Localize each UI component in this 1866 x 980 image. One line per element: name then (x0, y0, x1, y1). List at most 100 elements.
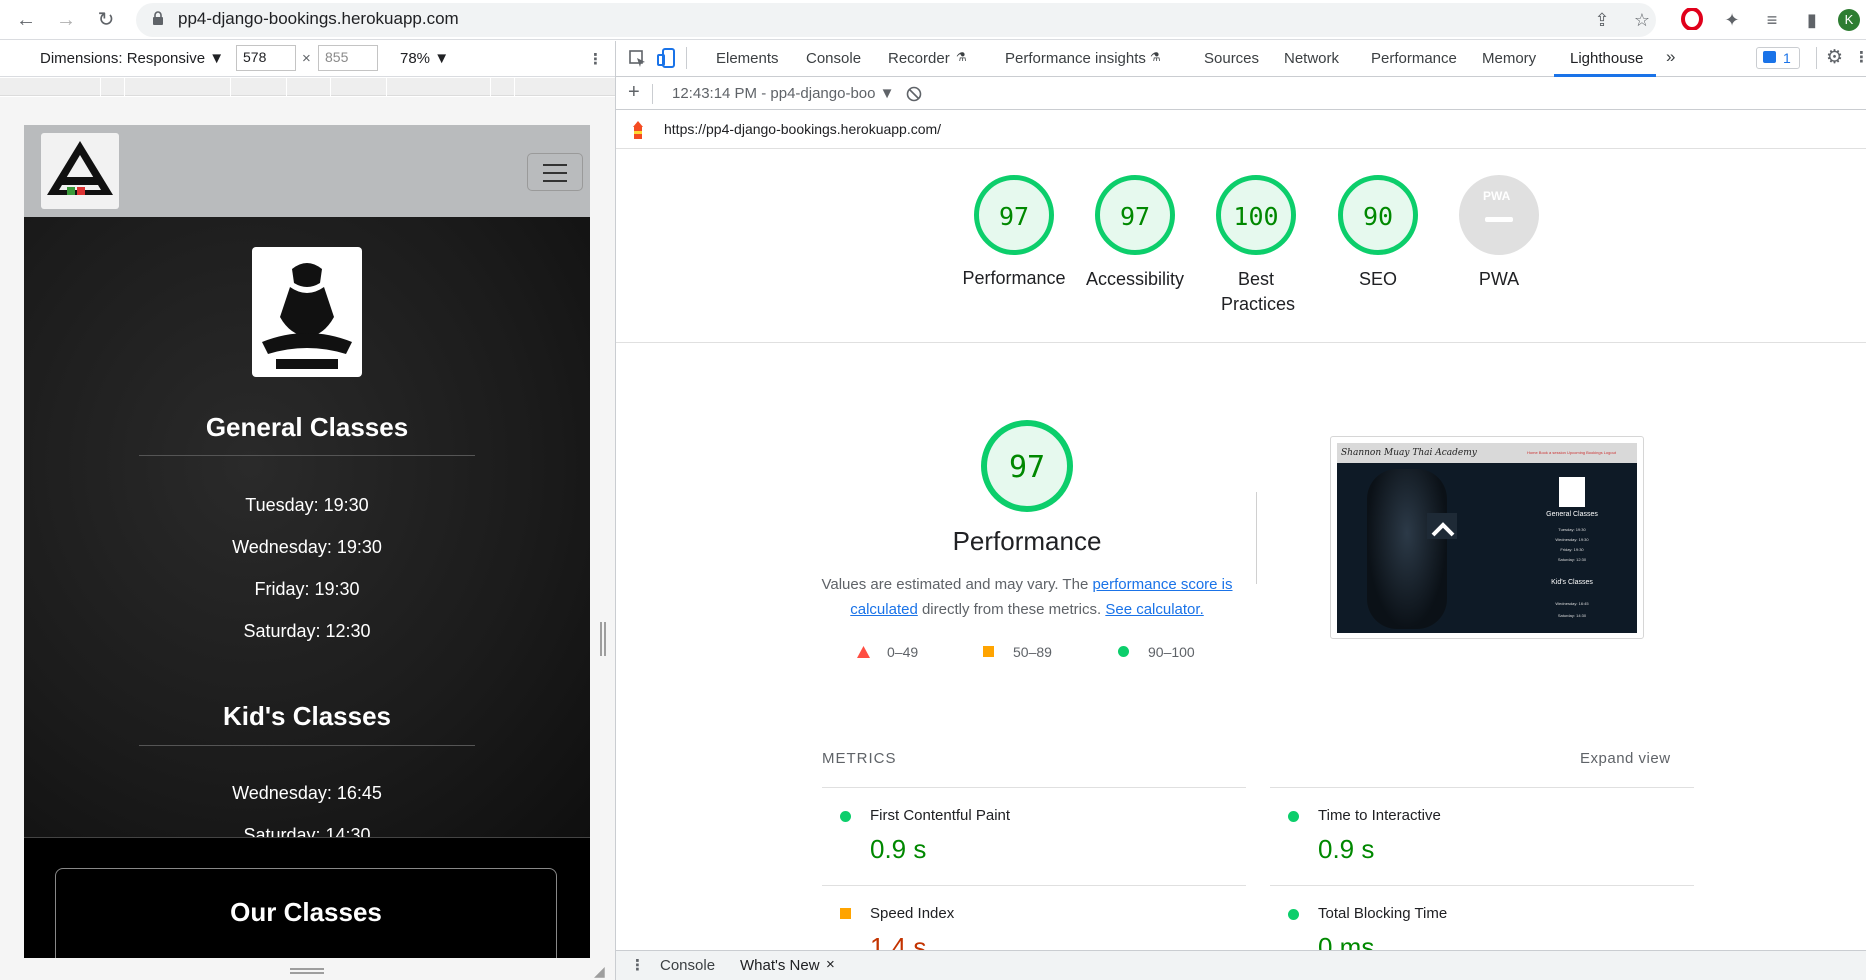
issues-badge[interactable]: 1 (1756, 47, 1800, 69)
tab-recorder[interactable]: Recorder (888, 50, 950, 67)
report-selector[interactable]: 12:43:14 PM - pp4-django-boo ▼ (672, 85, 895, 102)
accessibility-label[interactable]: Accessibility (1070, 267, 1200, 292)
thumb-heading-1: General Classes (1546, 511, 1598, 518)
site-logo[interactable] (41, 133, 119, 209)
seo-label[interactable]: SEO (1313, 267, 1443, 292)
media-icon[interactable]: ≡ (1760, 8, 1784, 32)
metric-name: Time to Interactive (1318, 807, 1441, 824)
thumb-time: Friday: 19:30 (1560, 547, 1584, 552)
seo-gauge[interactable]: 90 (1338, 175, 1418, 255)
performance-score: 97 (998, 202, 1030, 231)
class-time: Saturday: 12:30 (243, 621, 371, 641)
forward-icon[interactable]: → (52, 6, 80, 34)
panel-divider[interactable] (615, 41, 616, 980)
performance-main-score: 97 (1008, 450, 1046, 485)
accessibility-gauge[interactable]: 97 (1095, 175, 1175, 255)
more-options-icon[interactable]: ⋮ (588, 50, 603, 68)
bottom-resize-handle[interactable] (290, 968, 324, 974)
share-icon[interactable]: ⇪ (1590, 8, 1614, 32)
final-screenshot-thumbnail[interactable]: Shannon Muay Thai Academy Home Book a se… (1330, 436, 1644, 639)
media-query-ruler[interactable] (0, 78, 615, 96)
devtools-tabbar: Elements Console Recorder ⚗ Performance … (616, 41, 1866, 77)
site-preview: General Classes Tuesday: 19:30 Wednesday… (24, 125, 590, 958)
academy-logo (252, 247, 362, 377)
thumb-nav: Home Book a session Upcoming Bookings Lo… (1527, 450, 1616, 455)
performance-gauge[interactable]: 97 (974, 175, 1054, 255)
pass-circle-icon (840, 811, 851, 822)
new-report-button[interactable]: + (628, 81, 640, 104)
tab-elements[interactable]: Elements (716, 50, 779, 67)
lighthouse-icon (633, 121, 643, 139)
expand-view-button[interactable]: Expand view (1580, 750, 1671, 767)
sidepanel-icon[interactable]: ▮ (1800, 8, 1824, 32)
pwa-badge: PWA (1483, 189, 1511, 203)
see-calculator-link[interactable]: See calculator. (1105, 601, 1203, 618)
performance-title: Performance (952, 526, 1102, 556)
extensions-icon[interactable]: ✦ (1720, 8, 1744, 32)
tab-lighthouse[interactable]: Lighthouse (1570, 50, 1643, 67)
seo-score: 90 (1362, 202, 1394, 231)
lock-icon[interactable] (152, 11, 164, 26)
metric-divider (1270, 885, 1694, 886)
thumb-heading-2: Kid's Classes (1551, 579, 1593, 586)
reload-icon[interactable]: ↻ (92, 6, 120, 34)
tab-performance-insights[interactable]: Performance insights (1005, 50, 1146, 67)
close-icon[interactable]: × (826, 956, 835, 973)
url-text[interactable]: pp4-django-bookings.herokuapp.com (178, 9, 459, 29)
tab-memory[interactable]: Memory (1482, 50, 1536, 67)
dimensions-dropdown[interactable]: Dimensions: Responsive ▼ (40, 50, 224, 67)
our-classes-heading: Our Classes (230, 897, 382, 927)
performance-label[interactable]: Performance (949, 266, 1079, 291)
drawer-tab-whats-new[interactable]: What's New (740, 957, 820, 974)
tab-performance[interactable]: Performance (1371, 50, 1457, 67)
right-resize-handle[interactable] (600, 622, 606, 656)
star-icon[interactable]: ☆ (1630, 8, 1654, 32)
best-practices-gauge[interactable]: 100 (1216, 175, 1296, 255)
thumb-brand: Shannon Muay Thai Academy (1341, 448, 1477, 458)
pwa-label[interactable]: PWA (1434, 267, 1564, 292)
thumb-time: Tuesday: 19:30 (1558, 527, 1586, 532)
devtools-menu-icon[interactable]: ⋮ (1854, 48, 1866, 66)
tab-sources[interactable]: Sources (1204, 50, 1259, 67)
performance-description: Values are estimated and may vary. The p… (820, 572, 1234, 622)
corner-resize-handle[interactable]: ◢ (594, 963, 605, 980)
desc-prefix: Values are estimated and may vary. The (821, 576, 1093, 593)
width-input[interactable]: 578 (236, 45, 296, 71)
beaker-icon: ⚗ (1150, 50, 1161, 64)
pass-circle-icon (1118, 646, 1129, 657)
pwa-gauge[interactable]: PWA (1459, 175, 1539, 255)
section-heading: General Classes (205, 412, 409, 442)
site-navbar (24, 125, 590, 217)
lighthouse-url-bar: https://pp4-django-bookings.herokuapp.co… (616, 111, 1866, 149)
issues-count: 1 (1783, 50, 1791, 66)
height-input[interactable]: 855 (318, 45, 378, 71)
opera-icon[interactable] (1680, 7, 1704, 32)
thumbnail-image: Shannon Muay Thai Academy Home Book a se… (1337, 443, 1637, 633)
drawer-menu-icon[interactable]: ⋮ (630, 956, 645, 974)
class-time: Wednesday: 16:45 (232, 783, 382, 803)
more-tabs-icon[interactable]: » (1666, 47, 1675, 67)
best-practices-label[interactable]: Best Practices (1191, 267, 1321, 317)
tab-network[interactable]: Network (1284, 50, 1339, 67)
thumb-time: Saturday: 12:30 (1557, 557, 1587, 562)
report-url[interactable]: https://pp4-django-bookings.herokuapp.co… (664, 121, 941, 137)
pass-circle-icon (1288, 811, 1299, 822)
metric-divider (822, 787, 1246, 788)
clear-icon[interactable] (906, 86, 922, 102)
inspect-icon[interactable] (628, 49, 648, 69)
average-square-icon (983, 646, 994, 657)
device-toggle-icon[interactable] (656, 47, 676, 69)
divider (139, 455, 475, 456)
active-tab-indicator (1554, 74, 1656, 77)
settings-icon[interactable]: ⚙ (1826, 46, 1843, 69)
metrics-heading: METRICS (822, 750, 897, 767)
zoom-dropdown[interactable]: 78% ▼ (400, 50, 449, 67)
tab-console[interactable]: Console (806, 50, 861, 67)
hamburger-menu-button[interactable] (527, 153, 583, 191)
drawer-tab-console[interactable]: Console (660, 957, 715, 974)
legend-fail: 0–49 (887, 644, 919, 660)
device-toolbar: Dimensions: Responsive ▼ 578 × 855 78% ▼… (0, 41, 615, 77)
profile-avatar[interactable]: K (1838, 9, 1860, 31)
legend-average: 50–89 (1013, 644, 1052, 660)
back-icon[interactable]: ← (12, 6, 40, 34)
